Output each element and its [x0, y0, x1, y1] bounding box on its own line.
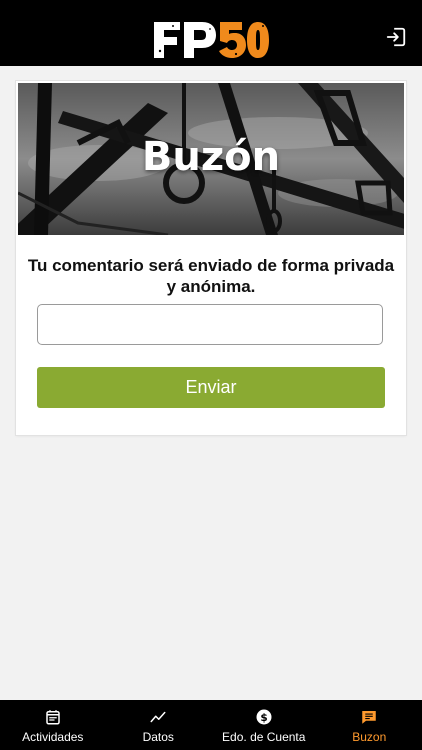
trend-chart-icon	[150, 711, 166, 723]
send-button[interactable]: Enviar	[37, 367, 385, 408]
banner-image: Buzón	[18, 83, 404, 235]
calendar-icon	[46, 710, 60, 725]
message-bubble-icon	[362, 711, 376, 724]
tab-label: Buzon	[352, 730, 387, 744]
tab-buzon[interactable]: Buzon	[317, 700, 422, 750]
fp50-logo	[154, 22, 269, 58]
comment-input[interactable]	[37, 304, 383, 345]
svg-text:$: $	[260, 712, 267, 724]
banner-title: Buzón	[141, 134, 281, 180]
bottom-tab-bar: Actividades Datos $ Edo. de Cuenta Buzon	[0, 700, 422, 750]
tab-edo-de-cuenta[interactable]: $ Edo. de Cuenta	[211, 700, 317, 750]
logout-icon[interactable]	[385, 26, 407, 48]
privacy-message: Tu comentario será enviado de forma priv…	[27, 256, 395, 296]
dollar-circle-icon: $	[256, 709, 272, 725]
tab-datos[interactable]: Datos	[106, 700, 212, 750]
mailbox-card: Buzón Tu comentario será enviado de form…	[16, 81, 406, 435]
app-header	[0, 0, 422, 66]
tab-label: Edo. de Cuenta	[222, 730, 306, 744]
tab-label: Datos	[142, 730, 174, 744]
tab-label: Actividades	[22, 730, 84, 744]
tab-actividades[interactable]: Actividades	[0, 700, 106, 750]
